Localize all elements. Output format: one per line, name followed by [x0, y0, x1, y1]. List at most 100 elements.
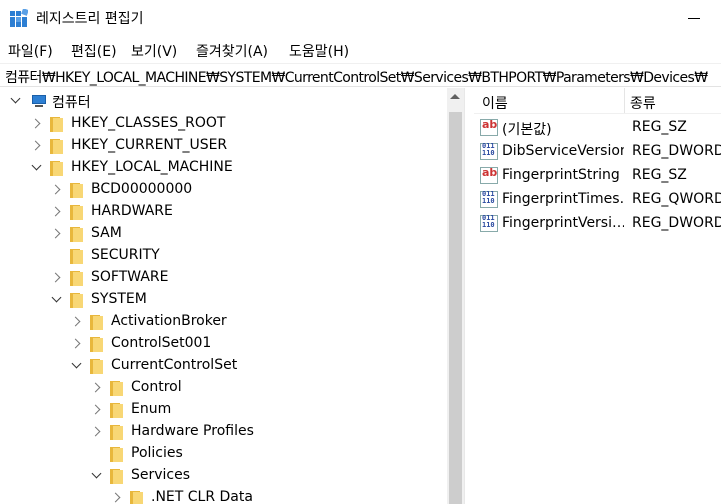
chevron-down-icon[interactable] [9, 95, 21, 107]
folder-icon [110, 403, 124, 418]
chevron-right-icon[interactable] [90, 382, 102, 394]
menu-edit[interactable]: 편집(E) [71, 41, 117, 61]
value-name: FingerprintString [502, 167, 620, 183]
value-row[interactable]: ab FingerprintString REG_SZ [474, 164, 721, 188]
menu-bar: 파일(F) 편집(E) 보기(V) 즐겨찾기(A) 도움말(H) [0, 36, 721, 62]
tree-item-label: Hardware Profiles [131, 423, 254, 439]
chevron-right-icon[interactable] [30, 118, 42, 130]
tree-item-computer[interactable]: 컴퓨터 [0, 90, 447, 112]
column-divider[interactable] [624, 88, 625, 113]
chevron-right-icon[interactable] [90, 426, 102, 438]
menu-favorites[interactable]: 즐겨찾기(A) [196, 41, 268, 61]
window-title: 레지스트리 편집기 [36, 11, 144, 27]
folder-icon [70, 293, 84, 308]
tree-item-label: Services [131, 467, 191, 483]
address-path[interactable]: 컴퓨터₩HKEY_LOCAL_MACHINE₩SYSTEM₩CurrentCon… [5, 67, 708, 87]
tree-scrollbar[interactable] [447, 88, 464, 504]
folder-icon [70, 183, 84, 198]
binary-value-icon: 011 110 [480, 215, 498, 232]
folder-icon [110, 381, 124, 396]
tree-item-label: ControlSet001 [111, 335, 212, 351]
value-name: DibServiceVersion [502, 143, 624, 159]
folder-icon [70, 205, 84, 220]
chevron-down-icon[interactable] [90, 470, 102, 482]
key-tree: 컴퓨터 HKEY_CLASSES_ROOT HKEY_CURRENT_USER … [0, 88, 464, 504]
value-type: REG_SZ [632, 167, 687, 183]
tree-item-label: HARDWARE [91, 203, 173, 219]
folder-icon [70, 271, 84, 286]
minimize-button[interactable] [680, 0, 721, 36]
chevron-down-icon[interactable] [30, 162, 42, 174]
menu-view[interactable]: 보기(V) [131, 41, 177, 61]
chevron-right-icon[interactable] [70, 316, 82, 328]
value-row[interactable]: 011 110 FingerprintVersi… REG_DWORD [474, 212, 721, 236]
folder-icon [50, 139, 64, 154]
pane-splitter[interactable] [464, 88, 473, 504]
chevron-right-icon[interactable] [50, 228, 62, 240]
value-name: FingerprintTimes… [502, 191, 624, 207]
tree-item-bcd[interactable]: BCD00000000 [0, 179, 447, 201]
tree-item-label: HKEY_CURRENT_USER [71, 137, 228, 153]
chevron-right-icon[interactable] [110, 492, 122, 504]
tree-item-label: HKEY_LOCAL_MACHINE [71, 159, 233, 175]
scroll-up-arrow-icon[interactable] [450, 94, 460, 99]
tree-item-label: SECURITY [91, 247, 160, 263]
tree-item-services[interactable]: Services [0, 465, 447, 487]
chevron-right-icon[interactable] [30, 140, 42, 152]
string-value-icon: ab [480, 166, 498, 184]
tree-item-currentcontrolset[interactable]: CurrentControlSet [0, 355, 447, 377]
chevron-right-icon[interactable] [50, 184, 62, 196]
tree-item-hardware[interactable]: HARDWARE [0, 201, 447, 223]
tree-item-control[interactable]: Control [0, 377, 447, 399]
chevron-right-icon[interactable] [90, 404, 102, 416]
chevron-down-icon[interactable] [50, 294, 62, 306]
value-row[interactable]: 011 110 DibServiceVersion REG_DWORD [474, 140, 721, 164]
tree-item-label: Control [131, 379, 182, 395]
folder-icon [50, 161, 64, 176]
chevron-right-icon[interactable] [50, 272, 62, 284]
menu-file[interactable]: 파일(F) [8, 41, 53, 61]
folder-icon [70, 227, 84, 242]
chevron-down-icon[interactable] [70, 360, 82, 372]
tree-item-label: 컴퓨터 [52, 95, 91, 111]
tree-item-net-clr-data[interactable]: .NET CLR Data [0, 487, 447, 504]
chevron-right-icon[interactable] [50, 206, 62, 218]
tree-item-sam[interactable]: SAM [0, 223, 447, 245]
tree-item-label: CurrentControlSet [111, 357, 238, 373]
tree-item-security[interactable]: SECURITY [0, 245, 447, 267]
folder-icon [70, 249, 84, 264]
title-bar: 레지스트리 편집기 [0, 0, 721, 36]
registry-editor-icon [10, 9, 28, 27]
tree-item-label: .NET CLR Data [151, 489, 253, 504]
tree-item-hkey-local-machine[interactable]: HKEY_LOCAL_MACHINE [0, 157, 447, 179]
tree-item-enum[interactable]: Enum [0, 399, 447, 421]
value-row[interactable]: 011 110 FingerprintTimes… REG_QWORD [474, 188, 721, 212]
tree-item-hkey-classes-root[interactable]: HKEY_CLASSES_ROOT [0, 113, 447, 135]
tree-item-label: SOFTWARE [91, 269, 169, 285]
menu-help[interactable]: 도움말(H) [289, 41, 349, 61]
tree-item-software[interactable]: SOFTWARE [0, 267, 447, 289]
tree-item-label: ActivationBroker [111, 313, 227, 329]
tree-item-label: Policies [131, 445, 183, 461]
folder-icon [90, 315, 104, 330]
header-divider [474, 113, 721, 114]
value-name: FingerprintVersi… [502, 215, 624, 231]
tree-item-hardware-profiles[interactable]: Hardware Profiles [0, 421, 447, 443]
computer-icon [31, 95, 47, 108]
tree-item-label: SAM [91, 225, 122, 241]
tree-item-hkey-current-user[interactable]: HKEY_CURRENT_USER [0, 135, 447, 157]
chevron-right-icon[interactable] [70, 338, 82, 350]
folder-icon [110, 469, 124, 484]
tree-item-system[interactable]: SYSTEM [0, 289, 447, 311]
folder-icon [90, 359, 104, 374]
value-type: REG_DWORD [632, 143, 721, 159]
tree-item-activationbroker[interactable]: ActivationBroker [0, 311, 447, 333]
folder-icon [130, 491, 144, 504]
tree-item-policies[interactable]: Policies [0, 443, 447, 465]
address-bar[interactable]: 컴퓨터₩HKEY_LOCAL_MACHINE₩SYSTEM₩CurrentCon… [0, 63, 721, 87]
value-row[interactable]: ab (기본값) REG_SZ [474, 116, 721, 140]
tree-item-label: HKEY_CLASSES_ROOT [71, 115, 226, 131]
scrollbar-thumb[interactable] [449, 112, 462, 504]
tree-item-controlset001[interactable]: ControlSet001 [0, 333, 447, 355]
value-name: (기본값) [502, 122, 552, 138]
